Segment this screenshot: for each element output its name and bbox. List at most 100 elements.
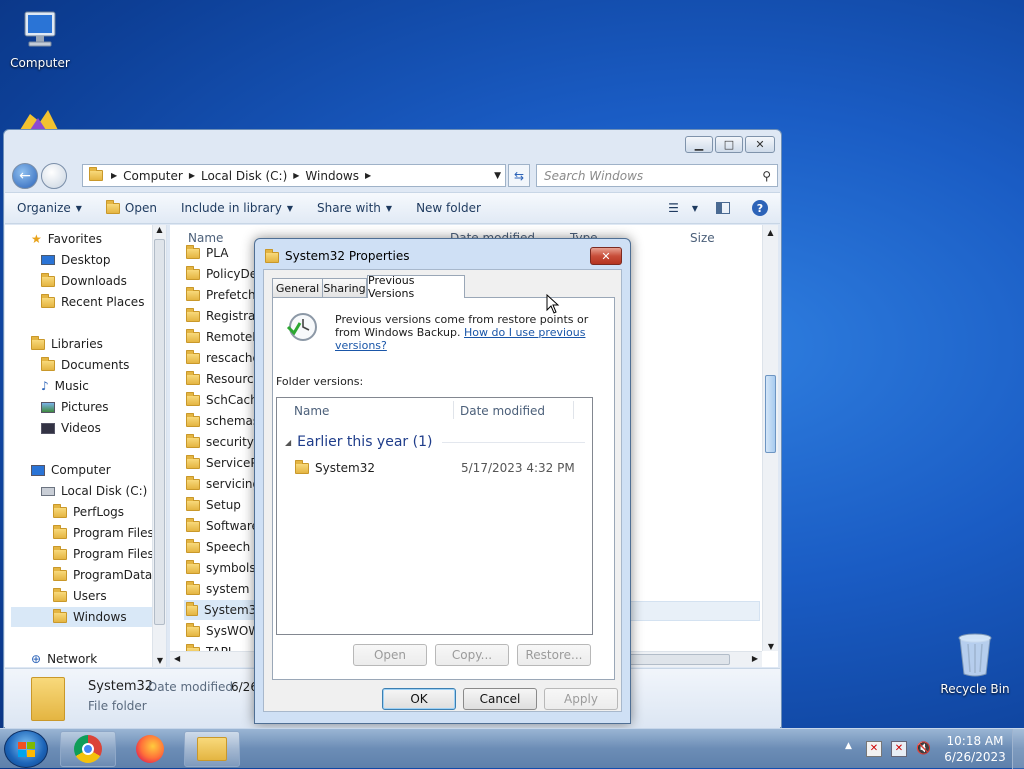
show-desktop-button[interactable] [1012, 729, 1024, 769]
desktop-icon-recycle-bin[interactable]: Recycle Bin [935, 632, 1015, 696]
nav-local-disk[interactable]: Local Disk (C:) [41, 481, 147, 501]
share-with-button[interactable]: Share with ▼ [305, 201, 404, 215]
music-icon: ♪ [41, 379, 49, 393]
breadcrumb-separator-icon: ▶ [111, 171, 118, 180]
nav-perflogs[interactable]: PerfLogs [53, 502, 124, 522]
open-version-button[interactable]: Open [353, 644, 427, 666]
file-row[interactable]: PolicyDe [186, 264, 257, 284]
nav-desktop[interactable]: Desktop [41, 250, 111, 270]
taskbar-chrome[interactable] [60, 731, 116, 767]
desktop-icon-computer[interactable]: Computer [0, 8, 80, 70]
nav-program-files-x86[interactable]: Program Files ( [53, 544, 162, 564]
file-row[interactable]: SchCach [186, 390, 258, 410]
file-row[interactable]: schemas [186, 411, 259, 431]
address-bar[interactable]: ▶ Computer ▶ Local Disk (C:) ▶ Windows ▶… [82, 164, 506, 187]
back-button[interactable]: ← [12, 163, 38, 189]
nav-favorites[interactable]: ★ Favorites [31, 229, 102, 249]
nav-windows[interactable]: Windows [11, 607, 153, 627]
ok-button[interactable]: OK [382, 688, 456, 710]
show-hidden-icons-button[interactable]: ▲ [845, 741, 852, 751]
breadcrumb-windows[interactable]: Windows [305, 169, 359, 183]
nav-documents[interactable]: Documents [41, 355, 129, 375]
file-row[interactable]: Speech [186, 537, 250, 557]
file-row[interactable]: SysWOW [186, 621, 260, 641]
nav-scrollbar[interactable]: ▲ ▼ [152, 225, 166, 667]
nav-programdata[interactable]: ProgramData [53, 565, 152, 585]
help-button[interactable]: ? [740, 200, 780, 216]
file-row[interactable]: PLA [186, 243, 228, 263]
group-header[interactable]: ◢ Earlier this year (1) [285, 433, 585, 451]
nav-pictures[interactable]: Pictures [41, 397, 109, 417]
volume-muted-icon[interactable]: 🔇 [916, 741, 931, 755]
address-dropdown-icon[interactable]: ▼ [494, 171, 501, 181]
dialog-close-button[interactable]: ✕ [590, 247, 622, 265]
breadcrumb-computer[interactable]: Computer [123, 169, 183, 183]
tab-general[interactable]: General [272, 278, 323, 297]
search-input[interactable]: Search Windows ⚲ [536, 164, 778, 187]
collapse-icon[interactable]: ◢ [285, 438, 291, 447]
restore-version-button[interactable]: Restore... [517, 644, 591, 666]
file-vertical-scrollbar[interactable]: ▲ ▼ [762, 225, 778, 651]
scroll-right-icon[interactable]: ▶ [752, 654, 758, 663]
file-row[interactable]: ServicePr [186, 453, 262, 473]
file-row[interactable]: Registrat [186, 306, 260, 326]
nav-music[interactable]: ♪ Music [41, 376, 89, 396]
nav-libraries[interactable]: Libraries [31, 334, 103, 354]
scroll-thumb[interactable] [154, 239, 165, 625]
cancel-button[interactable]: Cancel [463, 688, 537, 710]
folder-icon [186, 517, 200, 532]
taskbar-explorer[interactable] [184, 731, 240, 767]
start-button[interactable] [4, 730, 48, 768]
file-row[interactable]: security [186, 432, 254, 452]
file-row[interactable]: System32 [184, 600, 264, 620]
nav-program-files[interactable]: Program Files [53, 523, 154, 543]
clock[interactable]: 10:18 AM 6/26/2023 [944, 733, 1006, 765]
scroll-down-icon[interactable]: ▼ [153, 656, 166, 665]
preview-pane-button[interactable] [706, 202, 740, 214]
action-center-icon[interactable]: ✕ [866, 741, 882, 757]
new-folder-button[interactable]: New folder [404, 201, 493, 215]
scroll-down-icon[interactable]: ▼ [763, 642, 778, 651]
versions-column-name[interactable]: Name [294, 404, 329, 418]
file-row[interactable]: system [186, 579, 249, 599]
file-name: Prefetch [206, 288, 256, 302]
scroll-up-icon[interactable]: ▲ [763, 225, 778, 241]
close-button[interactable]: ✕ [745, 136, 775, 153]
view-options-button[interactable]: ☰ ▼ [660, 201, 706, 215]
file-row[interactable]: symbols [186, 558, 256, 578]
network-status-icon[interactable]: ✕ [891, 741, 907, 757]
organize-button[interactable]: Organize ▼ [5, 201, 94, 215]
scroll-left-icon[interactable]: ◀ [174, 654, 180, 663]
scroll-thumb[interactable] [765, 375, 776, 453]
file-row[interactable]: Setup [186, 495, 241, 515]
file-row[interactable]: Software [186, 516, 259, 536]
file-row[interactable]: Prefetch [186, 285, 256, 305]
forward-button[interactable] [41, 163, 67, 189]
nav-computer[interactable]: Computer [31, 460, 111, 480]
tab-previous-versions[interactable]: Previous Versions [367, 274, 465, 300]
versions-list[interactable]: Name Date modified ◢ Earlier this year (… [276, 397, 593, 635]
nav-network[interactable]: ⊕ Network [31, 649, 97, 667]
apply-button[interactable]: Apply [544, 688, 618, 710]
maximize-button[interactable]: □ [715, 136, 743, 153]
versions-column-date[interactable]: Date modified [460, 404, 545, 418]
scroll-up-icon[interactable]: ▲ [153, 225, 166, 239]
version-row[interactable]: System32 5/17/2023 4:32 PM [295, 458, 585, 478]
file-row[interactable]: servicing [186, 474, 260, 494]
file-row[interactable]: rescache [186, 348, 260, 368]
nav-recent-places[interactable]: Recent Places [41, 292, 144, 312]
taskbar-firefox[interactable] [122, 731, 178, 767]
file-row[interactable]: Resource [186, 369, 261, 389]
refresh-button[interactable]: ⇆ [508, 164, 530, 187]
file-row[interactable]: RemoteP [186, 327, 260, 347]
include-in-library-button[interactable]: Include in library ▼ [169, 201, 305, 215]
nav-videos[interactable]: Videos [41, 418, 101, 438]
nav-downloads[interactable]: Downloads [41, 271, 127, 291]
nav-users[interactable]: Users [53, 586, 107, 606]
breadcrumb-local-disk[interactable]: Local Disk (C:) [201, 169, 287, 183]
copy-version-button[interactable]: Copy... [435, 644, 509, 666]
open-button[interactable]: Open [94, 199, 169, 215]
column-header-size[interactable]: Size [690, 231, 715, 245]
minimize-button[interactable]: ▁ [685, 136, 713, 153]
tab-sharing[interactable]: Sharing [322, 278, 367, 297]
